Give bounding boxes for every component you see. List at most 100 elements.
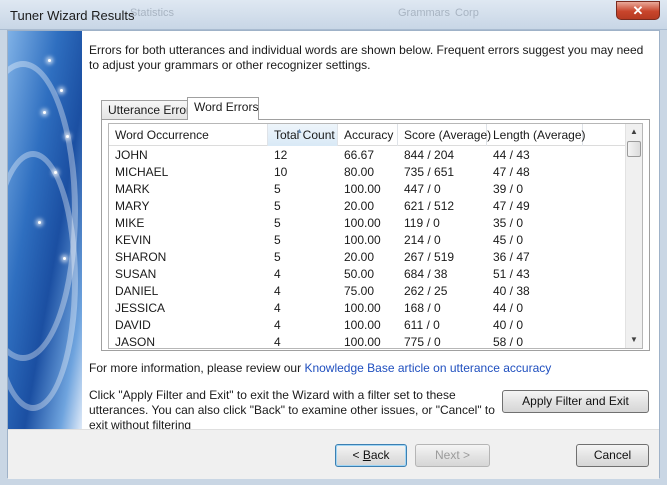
cell-accuracy: 80.00 (344, 165, 375, 179)
table-row[interactable]: MARY 5 20.00 621 / 512 47 / 49 (109, 198, 627, 215)
cell-length: 40 / 38 (493, 284, 530, 298)
next-button[interactable]: Next > (415, 444, 490, 467)
cell-score: 447 / 0 (404, 182, 441, 196)
cell-total-count: 4 (274, 301, 281, 315)
word-errors-grid[interactable]: Word Occurrence ▲ Total Count Accuracy S… (108, 123, 643, 349)
close-icon: ✕ (632, 3, 644, 18)
column-header-label: Total Count (274, 128, 335, 142)
table-row[interactable]: JESSICA 4 100.00 168 / 0 44 / 0 (109, 300, 627, 317)
cell-accuracy: 75.00 (344, 284, 375, 298)
table-row[interactable]: JOHN 12 66.67 844 / 204 44 / 43 (109, 147, 627, 164)
cell-accuracy: 20.00 (344, 250, 375, 264)
cell-score: 735 / 651 (404, 165, 455, 179)
cell-accuracy: 100.00 (344, 233, 381, 247)
cell-total-count: 5 (274, 216, 281, 230)
cell-total-count: 4 (274, 267, 281, 281)
wizard-client-area: Errors for both utterances and individua… (7, 30, 660, 479)
cell-total-count: 5 (274, 182, 281, 196)
tab-utterance-errors[interactable]: Utterance Errors (101, 100, 196, 120)
more-info-line: For more information, please review our … (89, 361, 551, 375)
cell-word: DAVID (115, 318, 151, 332)
scroll-down-icon[interactable]: ▼ (626, 332, 642, 348)
back-button-accel: B (362, 448, 371, 462)
cell-total-count: 5 (274, 199, 281, 213)
column-header-score-average[interactable]: Score (Average) (398, 124, 491, 146)
cell-score: 119 / 0 (404, 216, 440, 230)
cell-word: MIKE (115, 216, 145, 230)
cell-word: KEVIN (115, 233, 152, 247)
scroll-up-icon[interactable]: ▲ (626, 124, 642, 140)
title-bar: Tuner Wizard Results Statistics Grammars… (0, 0, 667, 30)
cell-length: 44 / 43 (493, 148, 530, 162)
intro-text: Errors for both utterances and individua… (89, 43, 644, 72)
table-row[interactable]: JASON 4 100.00 775 / 0 58 / 0 (109, 334, 627, 349)
more-info-text: For more information, please review our (89, 361, 302, 375)
back-button[interactable]: < Back (335, 444, 407, 467)
scrollbar-thumb[interactable] (627, 141, 641, 157)
apply-instructions: Click "Apply Filter and Exit" to exit th… (89, 388, 495, 432)
table-row[interactable]: DANIEL 4 75.00 262 / 25 40 / 38 (109, 283, 627, 300)
cell-score: 267 / 519 (404, 250, 455, 264)
cell-total-count: 4 (274, 335, 281, 349)
cell-accuracy: 50.00 (344, 267, 375, 281)
cell-total-count: 5 (274, 250, 281, 264)
cell-score: 621 / 512 (404, 199, 455, 213)
table-row[interactable]: SUSAN 4 50.00 684 / 38 51 / 43 (109, 266, 627, 283)
window-title: Tuner Wizard Results (10, 8, 135, 23)
knowledge-base-link[interactable]: Knowledge Base article on utterance accu… (304, 361, 551, 375)
cell-length: 47 / 49 (493, 199, 530, 213)
cell-word: MARY (115, 199, 150, 213)
cell-total-count: 12 (274, 148, 288, 162)
cell-word: JOHN (115, 148, 148, 162)
column-header-length-average[interactable]: Length (Average) (487, 124, 586, 146)
cell-total-count: 4 (274, 318, 281, 332)
grid-rows: JOHN 12 66.67 844 / 204 44 / 43 MICHAEL … (109, 147, 627, 349)
cell-length: 51 / 43 (493, 267, 530, 281)
cell-word: JASON (115, 335, 156, 349)
cell-accuracy: 100.00 (344, 335, 381, 349)
cell-length: 58 / 0 (493, 335, 524, 349)
table-row[interactable]: MARK 5 100.00 447 / 0 39 / 0 (109, 181, 627, 198)
table-row[interactable]: SHARON 5 20.00 267 / 519 36 / 47 (109, 249, 627, 266)
cell-accuracy: 100.00 (344, 182, 381, 196)
tab-word-errors[interactable]: Word Errors (187, 97, 259, 120)
cell-score: 214 / 0 (404, 233, 441, 247)
cell-total-count: 4 (274, 284, 281, 298)
cancel-button[interactable]: Cancel (576, 444, 649, 467)
wizard-side-banner (8, 31, 82, 429)
apply-filter-and-exit-button[interactable]: Apply Filter and Exit (502, 390, 649, 413)
table-row[interactable]: MIKE 5 100.00 119 / 0 35 / 0 (109, 215, 627, 232)
table-row[interactable]: KEVIN 5 100.00 214 / 0 45 / 0 (109, 232, 627, 249)
background-text: Statistics (130, 7, 175, 19)
cell-word: DANIEL (115, 284, 159, 298)
cell-accuracy: 66.67 (344, 148, 375, 162)
vertical-scrollbar[interactable]: ▲ ▼ (625, 124, 642, 348)
cell-score: 775 / 0 (404, 335, 441, 349)
background-text: Corp (455, 7, 479, 19)
cell-word: SUSAN (115, 267, 157, 281)
cell-word: MARK (115, 182, 150, 196)
cell-score: 168 / 0 (404, 301, 441, 315)
cell-score: 262 / 25 (404, 284, 448, 298)
wizard-footer: < Back Next > Cancel (8, 429, 659, 479)
grid-header: Word Occurrence ▲ Total Count Accuracy S… (109, 124, 627, 146)
cell-score: 844 / 204 (404, 148, 455, 162)
column-header-accuracy[interactable]: Accuracy (338, 124, 398, 146)
cell-length: 44 / 0 (493, 301, 524, 315)
cell-score: 611 / 0 (404, 318, 440, 332)
table-row[interactable]: DAVID 4 100.00 611 / 0 40 / 0 (109, 317, 627, 334)
cell-accuracy: 20.00 (344, 199, 375, 213)
column-header-total-count[interactable]: ▲ Total Count (268, 124, 338, 146)
background-text: Grammars (398, 7, 450, 19)
cell-length: 45 / 0 (493, 233, 524, 247)
cell-total-count: 10 (274, 165, 288, 179)
cell-length: 39 / 0 (493, 182, 524, 196)
cell-length: 36 / 47 (493, 250, 530, 264)
close-button[interactable]: ✕ (616, 1, 660, 20)
sort-ascending-icon: ▲ (296, 128, 303, 135)
cell-score: 684 / 38 (404, 267, 448, 281)
cell-word: SHARON (115, 250, 167, 264)
column-header-word-occurrence[interactable]: Word Occurrence (109, 124, 268, 146)
table-row[interactable]: MICHAEL 10 80.00 735 / 651 47 / 48 (109, 164, 627, 181)
cell-length: 35 / 0 (493, 216, 524, 230)
